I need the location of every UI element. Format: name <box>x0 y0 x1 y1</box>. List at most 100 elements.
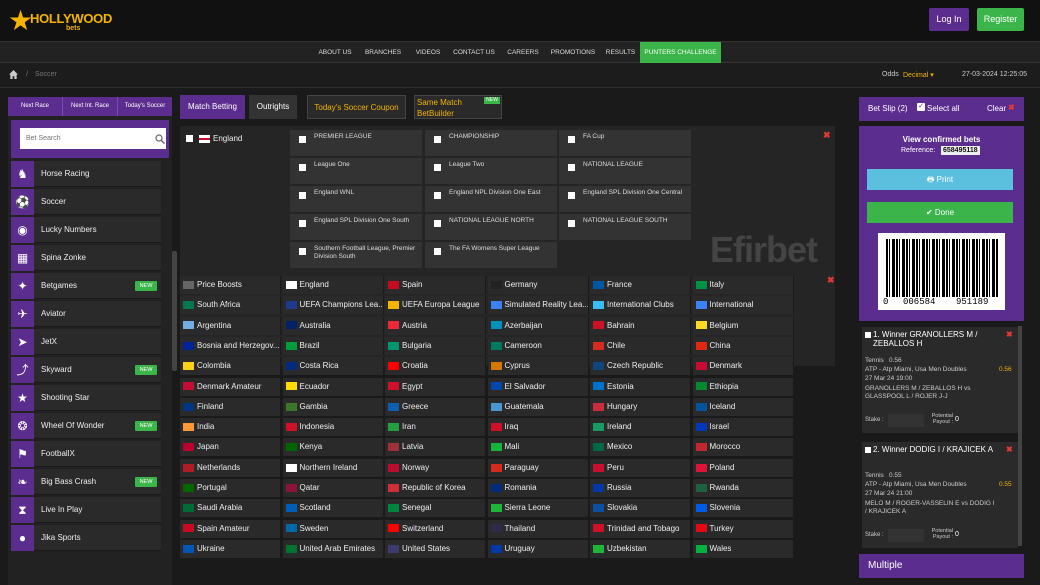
country-simulated-reality-lea-[interactable]: Simulated Reality Lea... <box>487 296 589 315</box>
country-mali[interactable]: Mali <box>487 438 589 457</box>
country-senegal[interactable]: Senegal <box>385 499 486 518</box>
country-ecuador[interactable]: Ecuador <box>282 377 384 396</box>
country-india[interactable]: India <box>180 418 281 437</box>
country-czech-republic[interactable]: Czech Republic <box>590 357 691 376</box>
country-kenya[interactable]: Kenya <box>282 438 384 457</box>
sidebar-item-lucky-numbers[interactable]: ◉ Lucky Numbers <box>11 217 161 243</box>
country-united-arab-emirates[interactable]: United Arab Emirates <box>282 539 384 558</box>
sidebar-item-shooting-star[interactable]: ★ Shooting Star <box>11 385 161 411</box>
country-denmark[interactable]: Denmark <box>692 357 794 376</box>
country-england[interactable]: England <box>282 276 384 294</box>
country-italy[interactable]: Italy <box>692 276 794 294</box>
nav-videos[interactable]: VIDEOS <box>413 42 443 63</box>
country-chile[interactable]: Chile <box>590 336 691 355</box>
country-china[interactable]: China <box>692 336 794 355</box>
checkbox[interactable] <box>568 136 575 143</box>
country-hungary[interactable]: Hungary <box>590 397 691 416</box>
nav-about-us[interactable]: ABOUT US <box>315 42 355 63</box>
league-1[interactable]: PREMIER LEAGUE <box>290 130 422 156</box>
country-qatar[interactable]: Qatar <box>282 479 384 497</box>
country-uefa-europa-league[interactable]: UEFA Europa League <box>385 296 486 315</box>
tab-todays-soccer-coupon[interactable]: Today's Soccer Coupon <box>307 95 406 119</box>
country-austria[interactable]: Austria <box>385 316 486 335</box>
country-estonia[interactable]: Estonia <box>590 377 691 396</box>
checkbox[interactable] <box>299 248 306 255</box>
multiple-section[interactable]: Multiple <box>859 554 1024 578</box>
country-saudi-arabia[interactable]: Saudi Arabia <box>180 499 281 518</box>
checkbox[interactable] <box>299 164 306 171</box>
country-france[interactable]: France <box>590 276 691 294</box>
country-egypt[interactable]: Egypt <box>385 377 486 396</box>
todays-soccer-link[interactable]: Today's Soccer <box>118 97 172 116</box>
country-cyprus[interactable]: Cyprus <box>487 357 589 376</box>
login-button[interactable]: Log In <box>929 8 969 31</box>
country-ethiopia[interactable]: Ethiopia <box>692 377 794 396</box>
next-race-link[interactable]: Next Race <box>8 97 63 116</box>
country-uefa-champions-lea-[interactable]: UEFA Champions Lea... <box>282 296 384 315</box>
nav-contact-us[interactable]: CONTACT US <box>452 42 496 63</box>
country-japan[interactable]: Japan <box>180 438 281 457</box>
country-belgium[interactable]: Belgium <box>692 316 794 335</box>
checkbox[interactable] <box>434 220 441 227</box>
checkbox[interactable] <box>186 135 193 143</box>
checkbox[interactable] <box>299 136 306 143</box>
country-israel[interactable]: Israel <box>692 418 794 437</box>
country-england-selector[interactable]: England <box>186 134 242 143</box>
clear-button[interactable]: Clear <box>987 104 1006 113</box>
checkbox[interactable] <box>434 192 441 199</box>
bet-search-input[interactable] <box>20 128 166 149</box>
league-9[interactable]: England SPL Division One Central <box>559 186 691 212</box>
country-mexico[interactable]: Mexico <box>590 438 691 457</box>
league-13[interactable]: Southern Football League, Premier Divisi… <box>290 242 422 268</box>
nav-punters-challenge[interactable]: PUNTERS CHALLENGE <box>640 42 721 63</box>
country-norway[interactable]: Norway <box>385 458 486 477</box>
country-turkey[interactable]: Turkey <box>692 519 794 538</box>
odds-format-select[interactable]: Decimal ▾ <box>903 71 934 79</box>
country-denmark-amateur[interactable]: Denmark Amateur <box>180 377 281 396</box>
country-scotland[interactable]: Scotland <box>282 499 384 518</box>
country-uruguay[interactable]: Uruguay <box>487 539 589 558</box>
country-bulgaria[interactable]: Bulgaria <box>385 336 486 355</box>
country-price-boosts[interactable]: Price Boosts <box>180 276 281 294</box>
country-rwanda[interactable]: Rwanda <box>692 479 794 497</box>
country-northern-ireland[interactable]: Northern Ireland <box>282 458 384 477</box>
close-icon[interactable]: ✖ <box>823 130 831 141</box>
country-international[interactable]: International <box>692 296 794 315</box>
country-portugal[interactable]: Portugal <box>180 479 281 497</box>
stake-input[interactable] <box>888 414 924 427</box>
league-7[interactable]: England WNL <box>290 186 422 212</box>
league-6[interactable]: NATIONAL LEAGUE <box>559 158 691 184</box>
country-germany[interactable]: Germany <box>487 276 589 294</box>
country-brazil[interactable]: Brazil <box>282 336 384 355</box>
sidebar-item-jetx[interactable]: ➤ JetX <box>11 329 161 355</box>
stake-input[interactable] <box>888 529 924 542</box>
nav-branches[interactable]: BRANCHES <box>363 42 403 63</box>
country-australia[interactable]: Australia <box>282 316 384 335</box>
country-gambia[interactable]: Gambia <box>282 397 384 416</box>
league-12[interactable]: NATIONAL LEAGUE SOUTH <box>559 214 691 240</box>
country-peru[interactable]: Peru <box>590 458 691 477</box>
country-paraguay[interactable]: Paraguay <box>487 458 589 477</box>
country-indonesia[interactable]: Indonesia <box>282 418 384 437</box>
home-icon[interactable] <box>9 70 18 79</box>
country-trinidad-and-tobago[interactable]: Trinidad and Tobago <box>590 519 691 538</box>
country-spain-amateur[interactable]: Spain Amateur <box>180 519 281 538</box>
remove-bet-icon[interactable]: ✖ <box>1006 445 1013 454</box>
country-morocco[interactable]: Morocco <box>692 438 794 457</box>
country-ireland[interactable]: Ireland <box>590 418 691 437</box>
close-icon[interactable]: ✖ <box>827 275 835 286</box>
country-cameroon[interactable]: Cameroon <box>487 336 589 355</box>
nav-results[interactable]: RESULTS <box>604 42 637 63</box>
country-republic-of-korea[interactable]: Republic of Korea <box>385 479 486 497</box>
country-el-salvador[interactable]: El Salvador <box>487 377 589 396</box>
sidebar-item-live-in-play[interactable]: ⧗ Live In Play <box>11 497 161 523</box>
country-iceland[interactable]: Iceland <box>692 397 794 416</box>
sidebar-item-soccer[interactable]: ⚽ Soccer <box>11 189 161 215</box>
league-4[interactable]: League One <box>290 158 422 184</box>
country-spain[interactable]: Spain <box>385 276 486 294</box>
register-button[interactable]: Register <box>977 8 1024 31</box>
country-finland[interactable]: Finland <box>180 397 281 416</box>
league-3[interactable]: FA Cup <box>559 130 691 156</box>
bet-slip-scrollbar[interactable] <box>1018 326 1022 546</box>
country-united-states[interactable]: United States <box>385 539 486 558</box>
